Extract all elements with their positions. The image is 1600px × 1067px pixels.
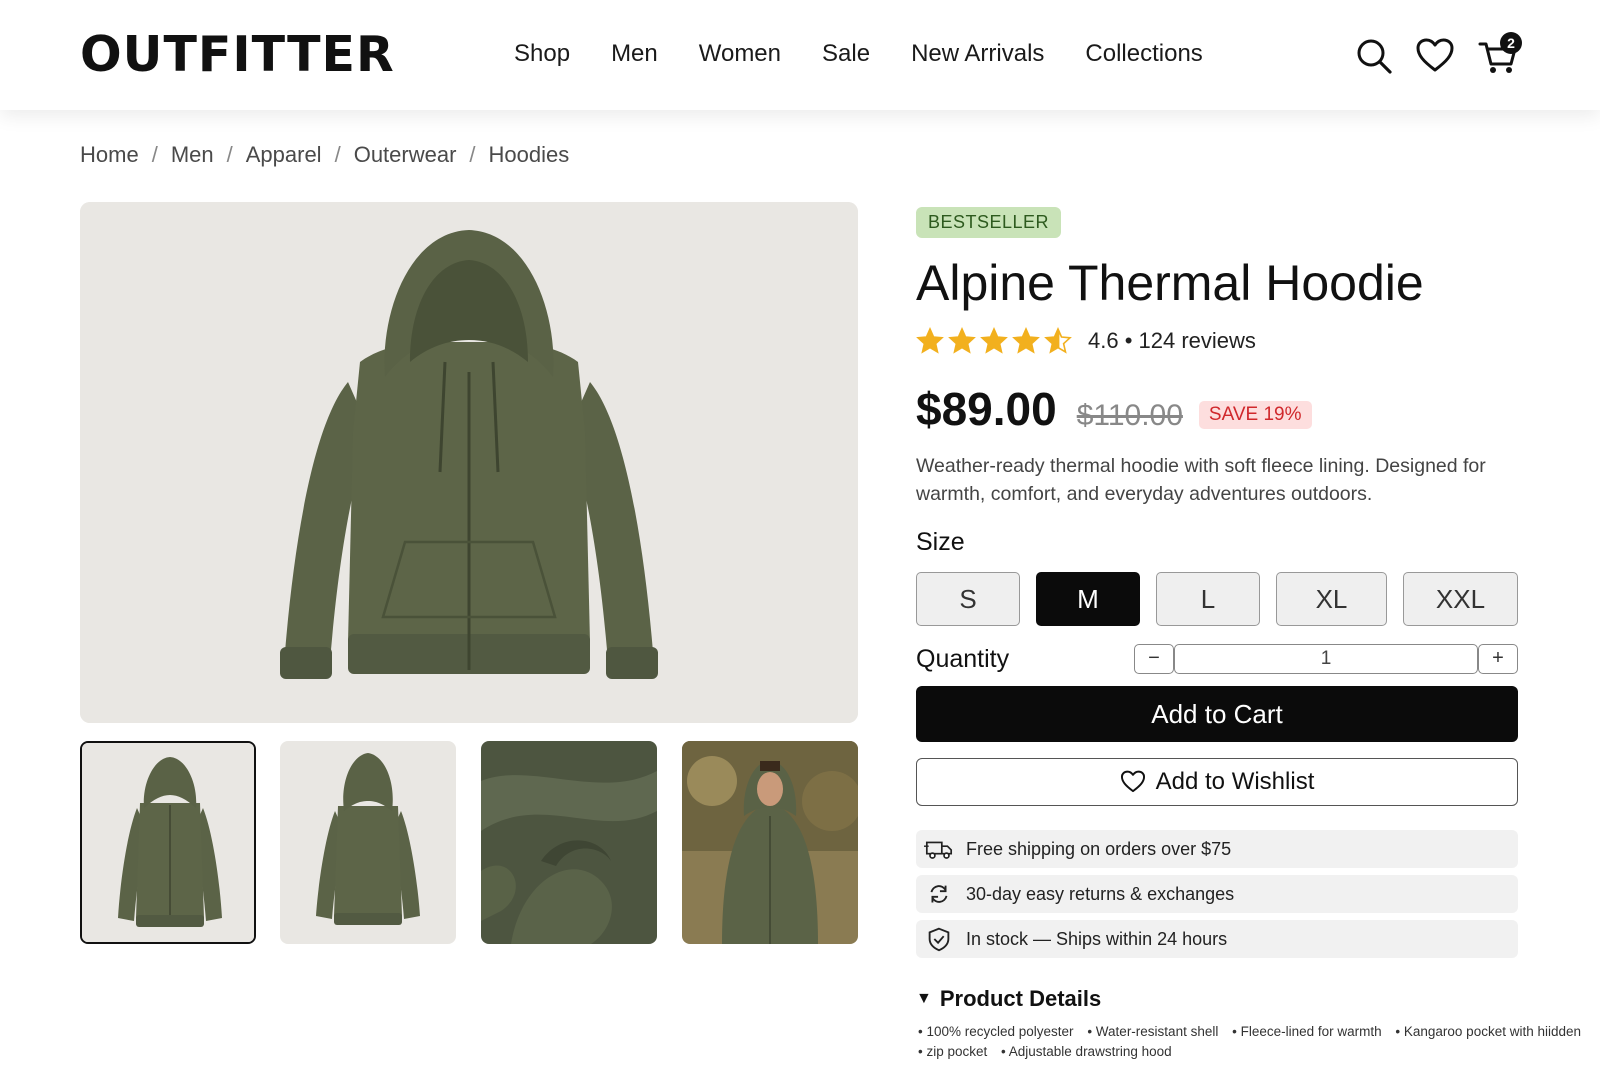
bestseller-badge: BESTSELLER: [916, 207, 1062, 238]
breadcrumb-home[interactable]: Home: [80, 142, 139, 168]
size-option-l[interactable]: L: [1156, 572, 1260, 626]
detail-item: • Kangaroo pocket with hiidden: [1395, 1024, 1582, 1039]
cart-icon[interactable]: 2: [1478, 32, 1522, 76]
product-main-image[interactable]: [80, 202, 858, 723]
breadcrumb-separator: /: [226, 142, 233, 167]
nav-shop[interactable]: Shop: [514, 40, 570, 68]
star-icon: [916, 327, 944, 354]
perk-returns: 30-day easy returns & exchanges: [916, 875, 1518, 913]
nav-new-arrivals[interactable]: New Arrivals: [911, 40, 1044, 68]
product-details-toggle[interactable]: ▼ Product Details: [916, 986, 1101, 1012]
add-to-wishlist-label: Add to Wishlist: [1155, 768, 1315, 795]
perk-shipping: Free shipping on orders over $75: [916, 830, 1518, 868]
thumbnail-fabric[interactable]: [481, 741, 657, 944]
hoodie-front-image: [80, 202, 858, 723]
rating-summary[interactable]: 4.6 • 124 reviews: [1088, 328, 1256, 354]
detail-item: • Water-resistant shell: [1087, 1024, 1219, 1039]
size-option-m[interactable]: M: [1036, 572, 1140, 626]
add-to-wishlist-button[interactable]: Add to Wishlist: [916, 758, 1518, 806]
product-description: Weather-ready thermal hoodie with soft f…: [916, 455, 1486, 505]
thumbnail-back[interactable]: [280, 741, 456, 944]
refresh-icon: [930, 885, 948, 903]
cart-count-badge: 2: [1500, 32, 1522, 54]
quantity-increase-button[interactable]: +: [1478, 644, 1518, 674]
product-details-list: • 100% recycled polyester • Water-resist…: [918, 1022, 1600, 1062]
nav-sale[interactable]: Sale: [822, 40, 870, 68]
quantity-label: Quantity: [916, 645, 1010, 673]
quantity-decrease-button[interactable]: −: [1134, 644, 1174, 674]
nav-men[interactable]: Men: [611, 40, 658, 68]
breadcrumb: Home / Men / Apparel / Outerwear / Hoodi…: [80, 142, 569, 168]
site-header: OUTFITTER Shop Men Women Sale New Arriva…: [0, 0, 1600, 110]
nav-women[interactable]: Women: [699, 40, 781, 68]
perk-returns-text: 30-day easy returns & exchanges: [966, 883, 1235, 904]
nav-collections[interactable]: Collections: [1085, 40, 1202, 68]
shield-check-icon: [928, 927, 950, 952]
triangle-down-icon: ▼: [916, 990, 932, 1007]
current-price: $89.00: [916, 383, 1057, 435]
breadcrumb-men[interactable]: Men: [171, 142, 214, 168]
perk-shipping-text: Free shipping on orders over $75: [966, 838, 1232, 859]
site-logo[interactable]: OUTFITTER: [80, 26, 395, 83]
price-row: $89.00 $110.00 SAVE 19%: [916, 382, 1312, 436]
thumbnail-front[interactable]: [80, 741, 256, 944]
size-option-xl[interactable]: XL: [1276, 572, 1387, 626]
quantity-input[interactable]: [1174, 644, 1478, 674]
breadcrumb-apparel[interactable]: Apparel: [246, 142, 322, 168]
product-title: Alpine Thermal Hoodie: [916, 255, 1424, 311]
breadcrumb-separator: /: [334, 142, 341, 167]
save-badge: SAVE 19%: [1198, 401, 1312, 429]
detail-item: • zip pocket: [918, 1044, 988, 1059]
rating-row: 4.6 • 124 reviews: [916, 327, 1256, 355]
original-price: $110.00: [1076, 399, 1183, 432]
perk-stock: In stock — Ships within 24 hours: [916, 920, 1518, 958]
detail-item: • Fleece-lined for warmth: [1232, 1024, 1382, 1039]
add-to-cart-button[interactable]: Add to Cart: [916, 686, 1518, 742]
search-icon[interactable]: [1354, 36, 1394, 76]
breadcrumb-outerwear[interactable]: Outerwear: [354, 142, 457, 168]
heart-icon: [1120, 770, 1145, 793]
rating-stars: [916, 327, 1072, 355]
size-label: Size: [916, 528, 965, 556]
product-thumbnails: [80, 741, 858, 945]
star-icon: [948, 327, 976, 354]
truck-icon: [924, 841, 953, 859]
breadcrumb-separator: /: [469, 142, 476, 167]
star-icon: [1044, 327, 1072, 354]
breadcrumb-hoodies[interactable]: Hoodies: [489, 142, 570, 168]
star-icon: [980, 327, 1008, 354]
detail-item: • Adjustable drawstring hood: [1001, 1044, 1172, 1059]
size-option-xxl[interactable]: XXL: [1403, 572, 1518, 626]
detail-item: • 100% recycled polyester: [918, 1024, 1074, 1039]
size-option-s[interactable]: S: [916, 572, 1020, 626]
product-details-title: Product Details: [939, 986, 1102, 1011]
thumbnail-model[interactable]: [682, 741, 858, 944]
perk-stock-text: In stock — Ships within 24 hours: [966, 928, 1228, 949]
heart-icon[interactable]: [1415, 36, 1455, 76]
star-icon: [1012, 327, 1040, 354]
breadcrumb-separator: /: [151, 142, 158, 167]
main-nav: Shop Men Women Sale New Arrivals Collect…: [514, 40, 1244, 68]
